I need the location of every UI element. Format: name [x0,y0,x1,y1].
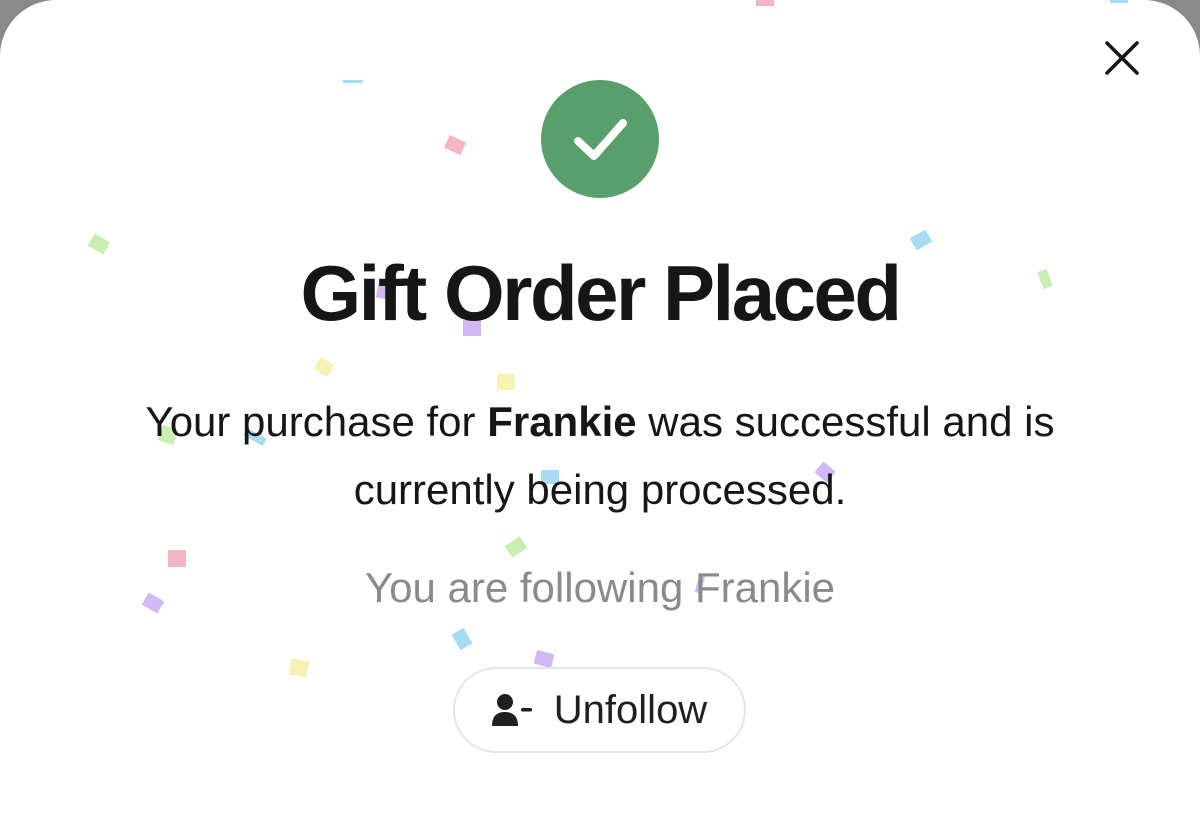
close-button[interactable] [1096,32,1148,84]
confirmation-message: Your purchase for Frankie was successful… [60,388,1140,524]
success-badge [541,80,659,198]
checkmark-icon [574,119,627,160]
message-prefix: Your purchase for [145,398,488,445]
user-minus-icon [491,694,532,726]
recipient-name: Frankie [487,398,637,445]
unfollow-button[interactable]: Unfollow [453,667,746,753]
gift-order-dialog: Gift Order Placed Your purchase for Fran… [0,0,1200,840]
unfollow-label: Unfollow [553,687,708,732]
dialog-title: Gift Order Placed [300,249,902,337]
following-status: You are following Frankie [364,564,836,611]
close-icon [1105,41,1139,75]
